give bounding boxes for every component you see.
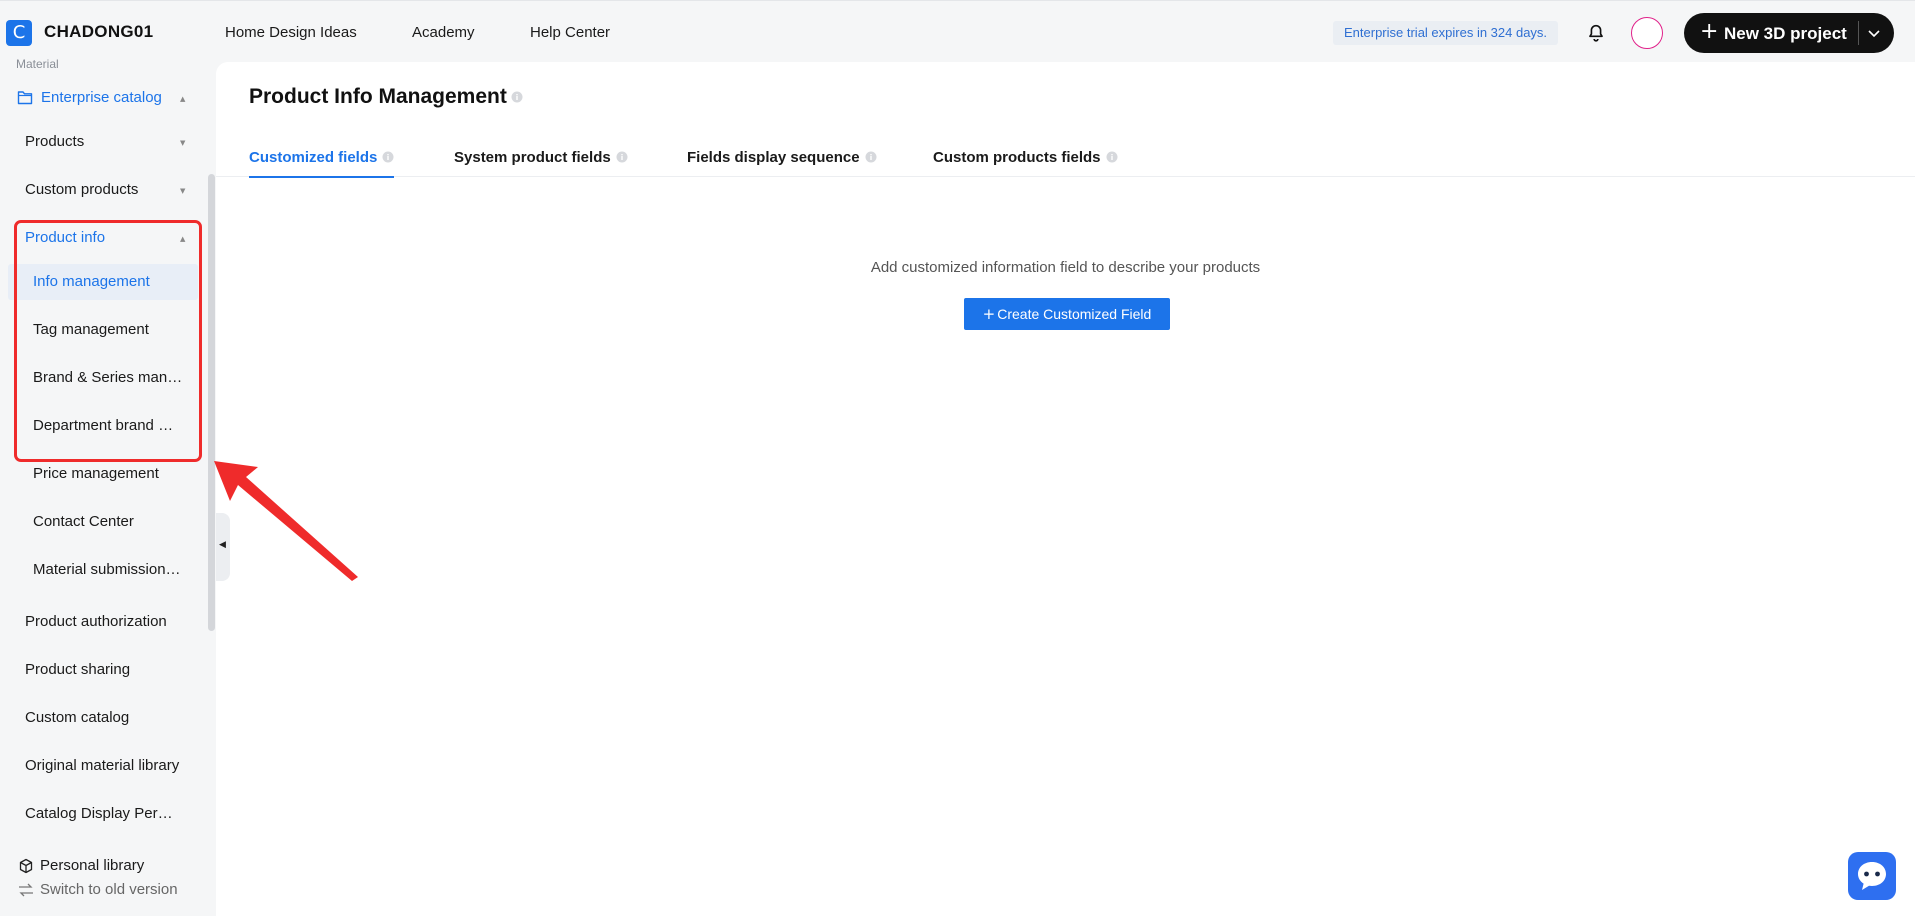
top-header: C CHADONG01 Home Design Ideas Academy He… — [0, 0, 1915, 64]
empty-state-hint: Add customized information field to desc… — [870, 259, 1261, 276]
sidebar-item-product-info[interactable]: Product info ▲ — [0, 220, 200, 256]
sidebar-item-material-submission[interactable]: Material submission management — [0, 552, 200, 588]
tab-custom-products-fields[interactable]: Custom products fields — [933, 149, 1118, 177]
sidebar-item-brand-series-management[interactable]: Brand & Series management — [0, 360, 200, 396]
info-icon[interactable] — [616, 151, 628, 163]
button-divider — [1858, 21, 1859, 45]
sidebar-item-label: Material submission management — [33, 561, 183, 578]
sidebar-item-custom-products[interactable]: Custom products ▼ — [0, 172, 200, 208]
chat-bubble-icon — [1858, 862, 1886, 890]
sidebar-item-label: Product sharing — [25, 661, 131, 678]
new-3d-project-button[interactable]: + New 3D project — [1684, 13, 1894, 53]
sidebar-item-label: Product info — [25, 229, 106, 246]
sidebar-item-label: Products — [25, 133, 85, 150]
folder-icon — [17, 91, 33, 105]
new-project-label: New 3D project — [1724, 24, 1847, 43]
tab-system-product-fields[interactable]: System product fields — [454, 149, 628, 177]
info-icon[interactable] — [1106, 151, 1118, 163]
create-customized-field-button[interactable]: + Create Customized Field — [964, 298, 1170, 330]
chevron-down-icon[interactable] — [1866, 25, 1882, 41]
sidebar-item-price-management[interactable]: Price management — [0, 456, 200, 492]
sidebar-item-label: Catalog Display Permissions — [25, 805, 185, 822]
sidebar: Material Enterprise catalog ▲ Products ▼… — [0, 57, 216, 916]
tab-label: Fields display sequence — [687, 149, 860, 166]
info-icon[interactable] — [511, 91, 523, 103]
tab-label: Custom products fields — [933, 149, 1101, 166]
switch-icon — [19, 883, 33, 897]
sidebar-item-product-sharing[interactable]: Product sharing — [0, 652, 200, 688]
tab-label: Customized fields — [249, 149, 378, 166]
sidebar-scrollbar[interactable] — [208, 174, 215, 631]
nav-academy[interactable]: Academy — [412, 24, 475, 41]
sidebar-item-label: Brand & Series management — [33, 369, 183, 386]
sidebar-item-catalog-display-permissions[interactable]: Catalog Display Permissions — [0, 796, 200, 832]
logo-icon[interactable]: C — [6, 20, 32, 46]
sidebar-item-original-material-library[interactable]: Original material library — [0, 748, 200, 784]
sidebar-item-enterprise-catalog[interactable]: Enterprise catalog ▲ — [0, 80, 200, 116]
chat-support-button[interactable] — [1848, 852, 1896, 900]
chevron-up-icon: ▲ — [180, 235, 186, 243]
sidebar-item-product-authorization[interactable]: Product authorization — [0, 604, 200, 640]
create-button-label: Create Customized Field — [997, 306, 1152, 322]
nav-help-center[interactable]: Help Center — [530, 24, 610, 41]
sidebar-item-label: Custom products — [25, 181, 139, 198]
sidebar-item-label: Enterprise catalog — [41, 89, 162, 106]
chevron-up-icon: ▲ — [180, 95, 186, 103]
avatar[interactable] — [1631, 17, 1663, 49]
sidebar-item-label: Product authorization — [25, 613, 167, 630]
chevron-down-icon: ▼ — [180, 187, 186, 195]
chevron-down-icon: ▼ — [180, 139, 186, 147]
info-icon[interactable] — [382, 151, 394, 163]
plus-icon: + — [982, 305, 996, 323]
sidebar-item-tag-management[interactable]: Tag management — [0, 312, 200, 348]
sidebar-item-label: Tag management — [33, 321, 149, 338]
page-title: Product Info Management — [249, 85, 507, 108]
tab-fields-display-sequence[interactable]: Fields display sequence — [687, 149, 877, 177]
sidebar-item-label: Original material library — [25, 757, 180, 774]
sidebar-item-label: Contact Center — [33, 513, 134, 530]
brand-name[interactable]: CHADONG01 — [44, 22, 153, 42]
plus-icon: + — [1700, 19, 1719, 44]
info-icon[interactable] — [865, 151, 877, 163]
sidebar-item-department-brand-management[interactable]: Department brand management — [0, 408, 200, 444]
sidebar-item-label: Price management — [33, 465, 159, 482]
sidebar-item-info-management[interactable]: Info management — [8, 264, 198, 300]
main-panel: Product Info Management Customized field… — [216, 62, 1915, 916]
trial-notice[interactable]: Enterprise trial expires in 324 days. — [1333, 21, 1559, 45]
sidebar-item-custom-catalog[interactable]: Custom catalog — [0, 700, 200, 736]
sidebar-section-label: Material — [16, 57, 59, 71]
bell-icon[interactable] — [1585, 22, 1607, 44]
sidebar-item-products[interactable]: Products ▼ — [0, 124, 200, 160]
tab-label: System product fields — [454, 149, 611, 166]
tab-bar: Customized fields System product fields … — [216, 137, 1915, 178]
sidebar-item-label: Info management — [33, 273, 150, 290]
tab-customized-fields[interactable]: Customized fields — [249, 149, 395, 178]
nav-home-design-ideas[interactable]: Home Design Ideas — [225, 24, 357, 41]
caret-left-icon: ◀ — [219, 540, 226, 550]
cube-icon — [19, 858, 33, 874]
switch-version-label: Switch to old version — [40, 881, 178, 898]
sidebar-item-label: Custom catalog — [25, 709, 130, 726]
sidebar-collapse-handle[interactable]: ◀ — [216, 513, 230, 581]
sidebar-item-label: Personal library — [40, 857, 145, 874]
sidebar-item-label: Department brand management — [33, 417, 183, 434]
sidebar-item-contact-center[interactable]: Contact Center — [0, 504, 200, 540]
